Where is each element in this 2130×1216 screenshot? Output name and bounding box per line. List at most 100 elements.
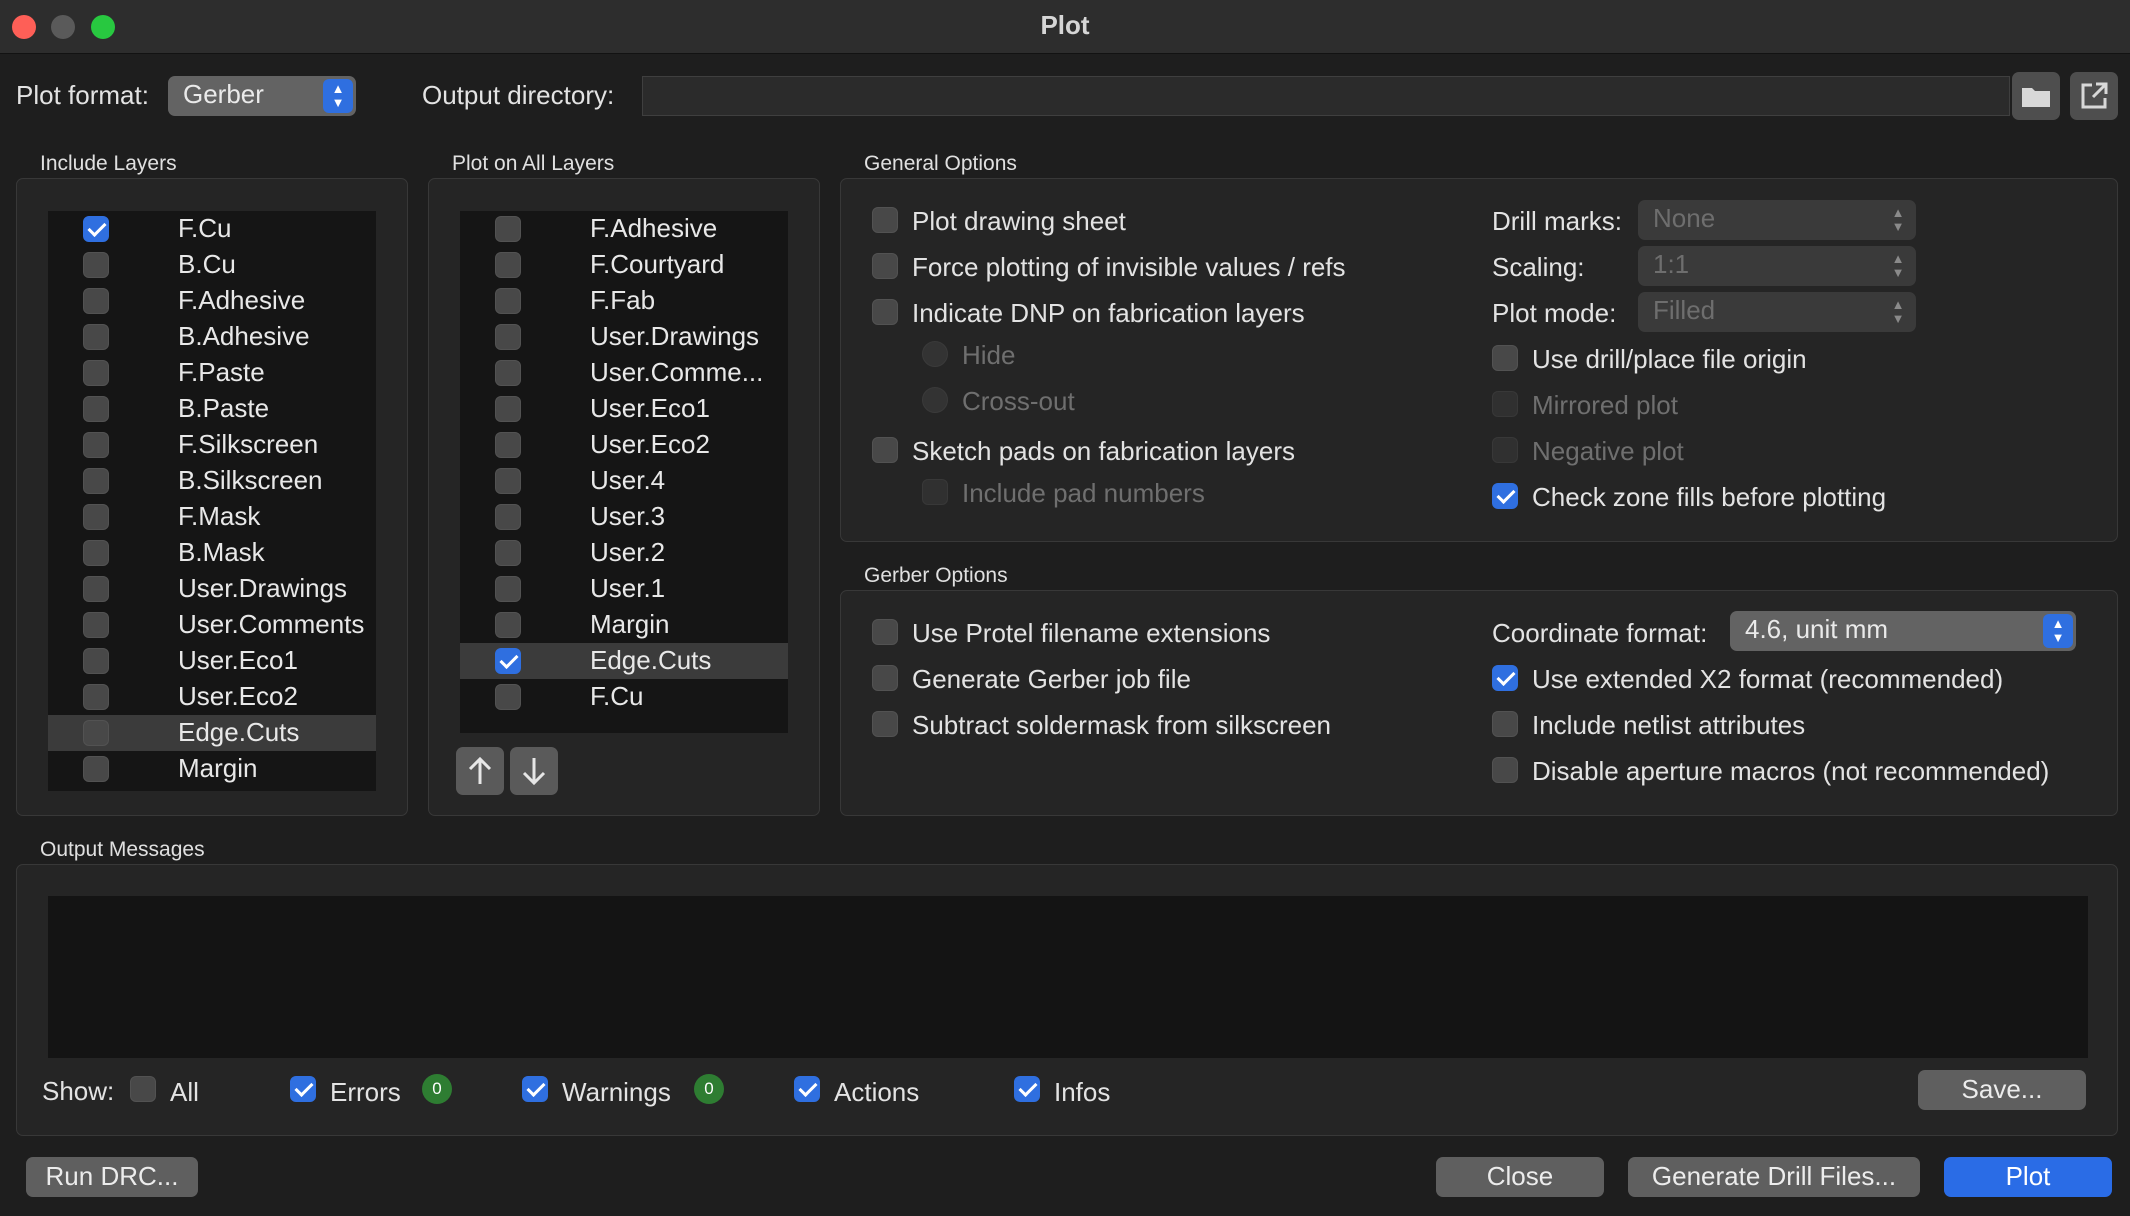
layer-checkbox[interactable] [495, 252, 521, 278]
sketch-pads-checkbox[interactable] [872, 437, 898, 463]
layer-row[interactable]: F.Mask [48, 499, 376, 535]
move-down-button[interactable] [510, 747, 558, 795]
layer-row[interactable]: B.Adhesive [48, 319, 376, 355]
force-invisible-checkbox[interactable] [872, 253, 898, 279]
layer-row[interactable]: User.Eco2 [48, 679, 376, 715]
layer-checkbox[interactable] [83, 360, 109, 386]
layer-checkbox[interactable] [83, 396, 109, 422]
x2-format-checkbox[interactable] [1492, 665, 1518, 691]
generate-drill-files-button[interactable]: Generate Drill Files... [1628, 1157, 1920, 1197]
mirrored-plot-checkbox[interactable] [1492, 391, 1518, 417]
disable-aperture-macros-checkbox[interactable] [1492, 757, 1518, 783]
layer-checkbox[interactable] [83, 504, 109, 530]
layer-checkbox[interactable] [495, 540, 521, 566]
layer-checkbox[interactable] [495, 396, 521, 422]
show-actions-checkbox[interactable] [794, 1076, 820, 1102]
include-pad-numbers-checkbox[interactable] [922, 479, 948, 505]
layer-checkbox[interactable] [83, 432, 109, 458]
cross-out-radio[interactable] [922, 387, 948, 413]
plot-format-select[interactable]: Gerber ▲ ▼ [168, 76, 356, 116]
layer-row[interactable]: Edge.Cuts [48, 715, 376, 751]
layer-row[interactable]: F.Paste [48, 355, 376, 391]
layer-checkbox[interactable] [495, 216, 521, 242]
layer-row[interactable]: User.Comments [48, 607, 376, 643]
netlist-attributes-checkbox[interactable] [1492, 711, 1518, 737]
layer-checkbox[interactable] [495, 648, 521, 674]
layer-row[interactable]: User.Eco1 [48, 643, 376, 679]
show-errors-checkbox[interactable] [290, 1076, 316, 1102]
layer-checkbox[interactable] [83, 468, 109, 494]
indicate-dnp-checkbox[interactable] [872, 299, 898, 325]
output-messages-area[interactable] [48, 896, 2088, 1058]
layer-checkbox[interactable] [83, 540, 109, 566]
gerber-job-file-checkbox[interactable] [872, 665, 898, 691]
layer-row[interactable]: F.Adhesive [48, 283, 376, 319]
layer-row[interactable]: User.Drawings [48, 571, 376, 607]
layer-checkbox[interactable] [83, 612, 109, 638]
layer-row[interactable]: B.Paste [48, 391, 376, 427]
plot-button[interactable]: Plot [1944, 1157, 2112, 1197]
layer-checkbox[interactable] [83, 720, 109, 746]
layer-row[interactable]: Margin [460, 607, 788, 643]
layer-checkbox[interactable] [495, 684, 521, 710]
layer-row[interactable]: F.Adhesive [460, 211, 788, 247]
scaling-select[interactable]: 1:1 ▲ ▼ [1638, 246, 1916, 286]
layer-checkbox[interactable] [83, 216, 109, 242]
browse-folder-button[interactable] [2012, 72, 2060, 120]
layer-checkbox[interactable] [83, 252, 109, 278]
layer-row[interactable]: B.Mask [48, 535, 376, 571]
negative-plot-checkbox[interactable] [1492, 437, 1518, 463]
layer-checkbox[interactable] [83, 756, 109, 782]
close-button[interactable]: Close [1436, 1157, 1604, 1197]
open-directory-button[interactable] [2070, 72, 2118, 120]
show-infos-checkbox[interactable] [1014, 1076, 1040, 1102]
layer-checkbox[interactable] [495, 324, 521, 350]
layer-row[interactable]: Edge.Cuts [460, 643, 788, 679]
show-warnings-checkbox[interactable] [522, 1076, 548, 1102]
plot-drawing-sheet-checkbox[interactable] [872, 207, 898, 233]
layer-row[interactable]: User.2 [460, 535, 788, 571]
layer-checkbox[interactable] [495, 288, 521, 314]
show-all-checkbox[interactable] [130, 1076, 156, 1102]
plot-mode-select[interactable]: Filled ▲ ▼ [1638, 292, 1916, 332]
layer-row[interactable]: F.Courtyard [460, 247, 788, 283]
run-drc-button[interactable]: Run DRC... [26, 1157, 198, 1197]
layer-checkbox[interactable] [495, 432, 521, 458]
include-layers-list[interactable]: F.Cu B.Cu F.Adhesive B.Adhesive F.Paste B.Pas… [48, 211, 376, 791]
move-up-button[interactable] [456, 747, 504, 795]
layer-checkbox[interactable] [83, 648, 109, 674]
hide-radio[interactable] [922, 341, 948, 367]
plot-all-layers-list[interactable]: F.Adhesive F.Courtyard F.Fab User.Drawings U… [460, 211, 788, 733]
layer-checkbox[interactable] [83, 576, 109, 602]
drill-marks-select[interactable]: None ▲ ▼ [1638, 200, 1916, 240]
layer-row[interactable]: F.Silkscreen [48, 427, 376, 463]
layer-checkbox[interactable] [495, 504, 521, 530]
layer-checkbox[interactable] [495, 360, 521, 386]
layer-row[interactable]: User.Drawings [460, 319, 788, 355]
output-directory-input[interactable] [642, 76, 2010, 116]
layer-row[interactable]: User.Eco2 [460, 427, 788, 463]
layer-row[interactable]: Margin [48, 751, 376, 787]
layer-row[interactable]: User.4 [460, 463, 788, 499]
check-zone-fills-checkbox[interactable] [1492, 483, 1518, 509]
coordinate-format-select[interactable]: 4.6, unit mm ▲ ▼ [1730, 611, 2076, 651]
layer-row[interactable]: User.1 [460, 571, 788, 607]
layer-row[interactable]: F.Fab [460, 283, 788, 319]
layer-row[interactable]: User.Comme... [460, 355, 788, 391]
use-drill-origin-checkbox[interactable] [1492, 345, 1518, 371]
layer-row[interactable]: B.Silkscreen [48, 463, 376, 499]
layer-row[interactable]: User.Eco1 [460, 391, 788, 427]
layer-checkbox[interactable] [83, 684, 109, 710]
layer-checkbox[interactable] [83, 324, 109, 350]
layer-checkbox[interactable] [495, 468, 521, 494]
layer-row[interactable]: F.Cu [48, 211, 376, 247]
subtract-soldermask-checkbox[interactable] [872, 711, 898, 737]
layer-checkbox[interactable] [495, 576, 521, 602]
layer-row[interactable]: F.Cu [460, 679, 788, 715]
protel-extensions-checkbox[interactable] [872, 619, 898, 645]
layer-checkbox[interactable] [83, 288, 109, 314]
layer-checkbox[interactable] [495, 612, 521, 638]
layer-row[interactable]: User.3 [460, 499, 788, 535]
layer-row[interactable]: B.Cu [48, 247, 376, 283]
save-messages-button[interactable]: Save... [1918, 1070, 2086, 1110]
